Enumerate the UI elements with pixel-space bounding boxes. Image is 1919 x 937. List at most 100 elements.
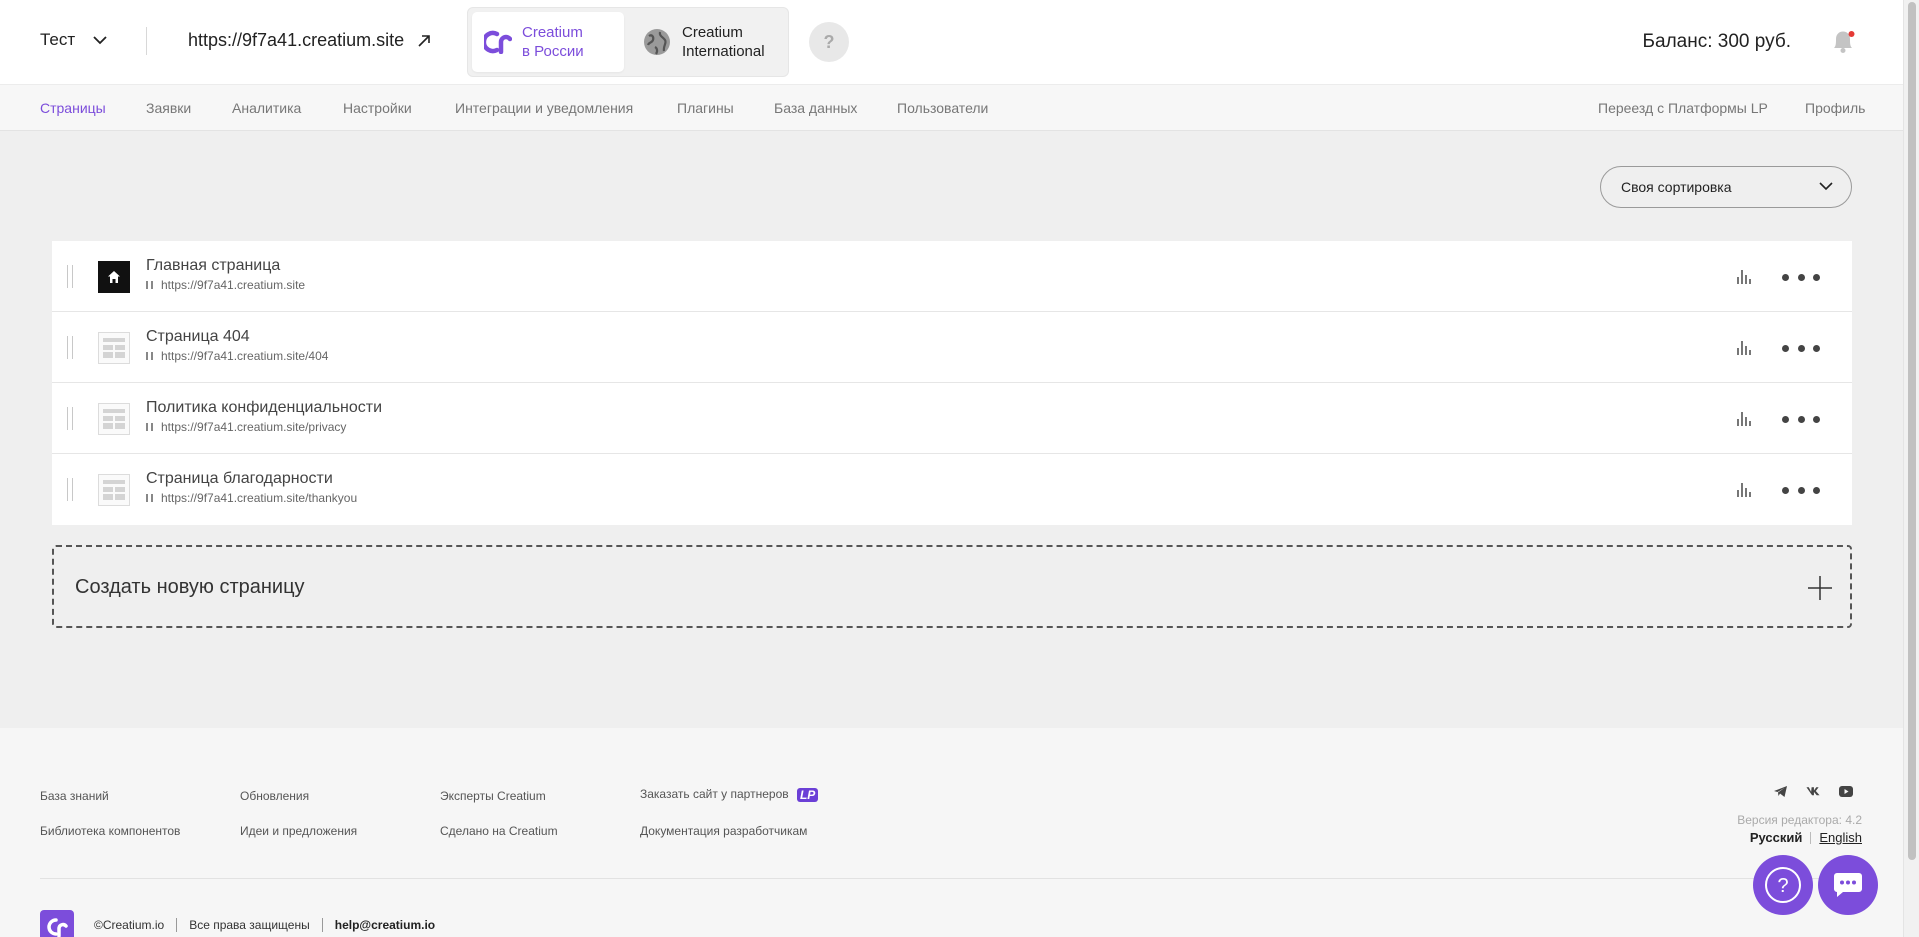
nav-settings[interactable]: Настройки (343, 100, 412, 116)
footer-updates[interactable]: Обновления (240, 789, 309, 803)
footer-bottom-divider (176, 918, 178, 932)
support-email[interactable]: help@creatium.io (335, 918, 435, 932)
footer: База знаний Библиотека компонентов Обнов… (0, 728, 1903, 937)
footer-knowledge-base[interactable]: База знаний (40, 789, 109, 803)
footer-made-on[interactable]: Сделано на Creatium (440, 824, 558, 838)
globe-icon (644, 29, 670, 55)
lang-russian[interactable]: Русский (1750, 830, 1803, 845)
nav-requests[interactable]: Заявки (146, 100, 191, 116)
footer-divider (40, 878, 1863, 879)
page-layout-icon (98, 403, 130, 435)
external-arrow-icon (418, 34, 430, 47)
page-url-text[interactable]: https://9f7a41.creatium.site/thankyou (161, 491, 357, 505)
footer-bottom: ©Creatium.io Все права защищены help@cre… (94, 918, 435, 932)
more-options-button[interactable] (1782, 267, 1820, 287)
region-international-option[interactable]: Creatium International (630, 12, 782, 72)
drag-handle[interactable] (67, 407, 73, 430)
footer-component-library[interactable]: Библиотека компонентов (40, 824, 180, 838)
project-name: Тест (40, 30, 76, 49)
site-url-text: https://9f7a41.creatium.site (188, 30, 405, 50)
page-row[interactable]: Страница 404 https://9f7a41.creatium.sit… (52, 312, 1852, 383)
social-links (1773, 785, 1853, 797)
language-switcher: Русский English (1750, 830, 1862, 845)
bell-icon (1834, 31, 1855, 53)
youtube-icon[interactable] (1839, 785, 1853, 797)
site-url-link[interactable]: https://9f7a41.creatium.site (188, 30, 430, 51)
page-title[interactable]: Главная страница (146, 257, 280, 275)
page-title[interactable]: Страница благодарности (146, 470, 333, 488)
help-button[interactable]: ? (809, 22, 849, 62)
page-title[interactable]: Страница 404 (146, 328, 250, 346)
copyright-text: ©Creatium.io (94, 918, 165, 932)
footer-order-site-label: Заказать сайт у партнеров (640, 787, 789, 801)
vk-icon[interactable] (1806, 785, 1820, 797)
drag-handle[interactable] (67, 265, 73, 288)
nav-profile[interactable]: Профиль (1805, 100, 1865, 116)
more-options-button[interactable] (1782, 338, 1820, 358)
page-row[interactable]: Страница благодарности https://9f7a41.cr… (52, 454, 1852, 525)
page-url: https://9f7a41.creatium.site/privacy (146, 420, 346, 434)
region-russia-option[interactable]: Creatium в России (472, 12, 624, 72)
stats-icon[interactable] (1736, 410, 1752, 426)
stats-icon[interactable] (1736, 481, 1752, 497)
region-international-line1: Creatium (682, 24, 743, 41)
help-fab-button[interactable]: ? (1753, 855, 1813, 915)
more-options-button[interactable] (1782, 409, 1820, 429)
nav-plugins[interactable]: Плагины (677, 100, 734, 116)
page-url-text[interactable]: https://9f7a41.creatium.site (161, 278, 305, 292)
page-url: https://9f7a41.creatium.site/thankyou (146, 491, 357, 505)
stats-icon[interactable] (1736, 268, 1752, 284)
chevron-down-icon (1819, 182, 1833, 191)
scrollbar-thumb[interactable] (1908, 2, 1916, 860)
plus-icon (1808, 576, 1832, 600)
region-international-line2: International (682, 43, 765, 60)
lang-divider (1810, 831, 1812, 844)
pause-icon (146, 281, 153, 289)
stats-icon[interactable] (1736, 339, 1752, 355)
sort-selected-value: Своя сортировка (1621, 179, 1732, 195)
page-url: https://9f7a41.creatium.site (146, 278, 305, 292)
drag-handle[interactable] (67, 336, 73, 359)
nav-integrations[interactable]: Интеграции и уведомления (455, 100, 633, 116)
chat-fab-button[interactable] (1818, 855, 1878, 915)
more-options-button[interactable] (1782, 480, 1820, 500)
pause-icon (146, 352, 153, 360)
footer-ideas[interactable]: Идеи и предложения (240, 824, 357, 838)
sort-select[interactable]: Своя сортировка (1600, 166, 1852, 208)
creatium-logo-icon (484, 30, 512, 54)
chevron-down-icon (93, 35, 107, 44)
footer-order-site[interactable]: Заказать сайт у партнеров LP (640, 787, 819, 802)
footer-experts[interactable]: Эксперты Creatium (440, 789, 546, 803)
page-url-text[interactable]: https://9f7a41.creatium.site/404 (161, 349, 328, 363)
main-nav: Страницы Заявки Аналитика Настройки Инте… (0, 84, 1903, 131)
lang-english[interactable]: English (1819, 830, 1862, 845)
pause-icon (146, 494, 153, 502)
creatium-logo-icon (40, 910, 74, 937)
project-selector[interactable]: Тест (40, 30, 107, 50)
nav-pages[interactable]: Страницы (40, 100, 106, 116)
home-icon (98, 261, 130, 293)
page-row[interactable]: Главная страница https://9f7a41.creatium… (52, 241, 1852, 312)
svg-text:?: ? (1777, 875, 1788, 897)
region-switcher: Creatium в России Creatium International (467, 7, 789, 77)
nav-database[interactable]: База данных (774, 100, 857, 116)
drag-handle[interactable] (67, 478, 73, 501)
page-layout-icon (98, 332, 130, 364)
nav-users[interactable]: Пользователи (897, 100, 988, 116)
footer-dev-docs[interactable]: Документация разработчикам (640, 824, 807, 838)
pause-icon (146, 423, 153, 431)
chat-bubble-icon (1834, 873, 1862, 897)
footer-bottom-divider (321, 918, 323, 932)
nav-analytics[interactable]: Аналитика (232, 100, 301, 116)
page-row[interactable]: Политика конфиденциальности https://9f7a… (52, 383, 1852, 454)
lp-logo-icon: LP (796, 787, 819, 802)
page-title[interactable]: Политика конфиденциальности (146, 399, 382, 417)
top-header: Тест https://9f7a41.creatium.site Creati… (0, 0, 1903, 84)
create-page-button[interactable]: Создать новую страницу (52, 545, 1852, 628)
telegram-icon[interactable] (1773, 785, 1787, 797)
page-layout-icon (98, 474, 130, 506)
page-scrollbar[interactable] (1903, 0, 1919, 937)
nav-migrate-lp[interactable]: Переезд с Платформы LP (1598, 100, 1768, 116)
notifications-button[interactable] (1828, 26, 1858, 56)
page-url-text[interactable]: https://9f7a41.creatium.site/privacy (161, 420, 346, 434)
